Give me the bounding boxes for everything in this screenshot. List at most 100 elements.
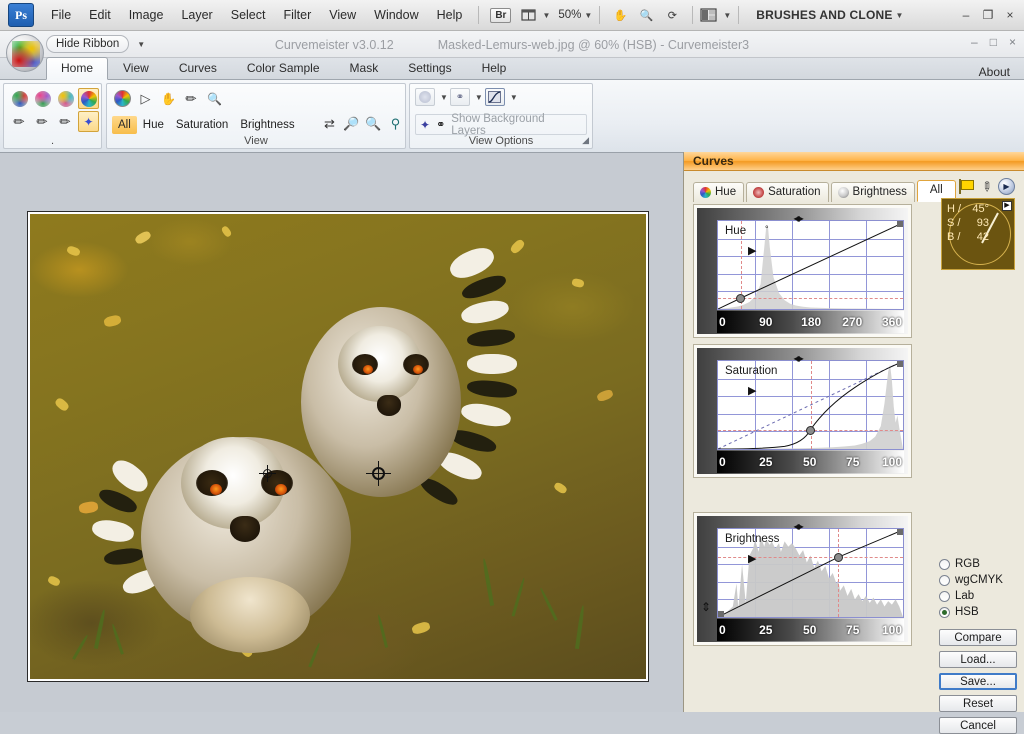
menu-file[interactable]: File [42, 1, 80, 29]
saturation-curve-graph[interactable]: Saturation 0 25 50 75 100 [693, 344, 912, 478]
wrench-icon[interactable]: ✎ [977, 177, 996, 196]
saturation-control-point[interactable] [805, 425, 815, 435]
save-button[interactable]: Save... [939, 673, 1017, 690]
color-mode-lab[interactable]: Lab [939, 588, 1017, 604]
eyedropper-2-button[interactable]: ✎ [32, 111, 53, 132]
brightness-plot[interactable]: Brightness [717, 528, 904, 618]
zoom-chevron-down-icon[interactable]: ▼ [584, 11, 592, 20]
ribbon-tab-help[interactable]: Help [467, 57, 522, 79]
radio-rgb-icon[interactable] [939, 558, 950, 570]
cm-close-button[interactable]: × [1009, 35, 1016, 49]
color-mode-rgb[interactable]: RGB [939, 556, 1017, 572]
radio-hsb-icon[interactable] [939, 606, 950, 618]
channel-chip-all[interactable]: All [112, 115, 137, 134]
magic-wand-button[interactable]: ✦ [78, 111, 99, 132]
bridge-button[interactable]: Br [490, 7, 512, 23]
blur-preview-dropdown[interactable]: ▼ [415, 88, 448, 106]
workspace-label[interactable]: BRUSHES AND CLONE [756, 8, 892, 22]
brightness-range-slider[interactable] [794, 518, 812, 527]
compare-button[interactable]: Compare [939, 629, 1017, 646]
cm-maximize-button[interactable]: □ [990, 35, 997, 49]
ribbon-chevron-down-icon[interactable]: ▼ [137, 40, 145, 49]
hue-control-point[interactable] [735, 294, 745, 304]
radio-lab-icon[interactable] [939, 590, 950, 602]
ps-close-button[interactable]: × [1004, 8, 1016, 22]
brightness-endpoint-low[interactable] [718, 611, 724, 617]
lemur-photograph[interactable] [30, 214, 646, 679]
readout-expand-icon[interactable]: ▶ [1002, 201, 1012, 211]
curves-tab-brightness[interactable]: Brightness [830, 182, 915, 202]
menu-select[interactable]: Select [222, 1, 275, 29]
channel-chip-saturation[interactable]: Saturation [170, 116, 234, 134]
curve-preview-dropdown[interactable]: ▼ [484, 88, 518, 106]
ribbon-tab-color-sample[interactable]: Color Sample [232, 57, 335, 79]
hide-ribbon-button[interactable]: Hide Ribbon [46, 35, 130, 53]
ps-minimize-button[interactable]: – [960, 8, 972, 22]
screen-layout-dropdown[interactable]: ▼ [700, 8, 731, 22]
arrow-select-button[interactable]: ▷ [135, 88, 156, 109]
zoom-fit-button[interactable]: ⚲ [385, 113, 406, 134]
color-mode-hsb[interactable]: HSB [939, 604, 1017, 620]
ribbon-tab-view[interactable]: View [108, 57, 164, 79]
radio-wgcmyk-icon[interactable] [939, 574, 950, 586]
hue-endpoint-high[interactable] [897, 221, 903, 227]
menu-edit[interactable]: Edit [80, 1, 120, 29]
screen-mode-dropdown[interactable]: ▼ [521, 8, 550, 22]
brightness-endpoint-high[interactable] [897, 529, 903, 535]
menu-filter[interactable]: Filter [274, 1, 320, 29]
saturation-endpoint-high[interactable] [897, 361, 903, 367]
curves-tab-saturation[interactable]: Saturation [746, 182, 829, 202]
mask-preview-dropdown[interactable]: ⚭ ▼ [449, 88, 483, 106]
menu-image[interactable]: Image [120, 1, 173, 29]
show-background-layers-row[interactable]: ✦ ⚭ Show Background Layers [415, 113, 587, 137]
load-button[interactable]: Load... [939, 651, 1017, 668]
brightness-control-point[interactable] [833, 553, 843, 563]
ribbon-tab-home[interactable]: Home [46, 57, 109, 80]
eyedropper-1-button[interactable]: ✎ [9, 111, 30, 132]
menu-help[interactable]: Help [428, 1, 472, 29]
reset-button[interactable]: Reset [939, 695, 1017, 712]
color-sphere-4-button[interactable] [78, 88, 99, 109]
hue-plot[interactable]: Hue ° [717, 220, 904, 310]
curvemeister-logo-icon[interactable] [6, 34, 44, 72]
zoom-level-value[interactable]: 50% [558, 9, 581, 21]
color-mode-wgcmyk[interactable]: wgCMYK [939, 572, 1017, 588]
eyedropper-3-button[interactable]: ✎ [55, 111, 76, 132]
flag-icon[interactable] [959, 179, 975, 194]
saturation-range-slider[interactable] [794, 350, 812, 359]
rotate-view-tool-icon[interactable]: ⟳ [661, 5, 683, 25]
zoom-button[interactable]: 🔍 [204, 88, 225, 109]
curves-tab-hue[interactable]: Hue [693, 182, 745, 202]
about-link[interactable]: About [979, 65, 1024, 79]
channel-chip-hue[interactable]: Hue [137, 116, 170, 134]
workspace-chevron-down-icon[interactable]: ▼ [896, 11, 904, 20]
swap-views-icon[interactable]: ⇄ [319, 113, 340, 134]
zoom-tool-icon[interactable]: 🔍 [635, 5, 657, 25]
eyedropper-button[interactable]: ✎ [181, 88, 202, 109]
color-sphere-1-button[interactable] [9, 88, 30, 109]
zoom-in-button[interactable]: 🔎 [341, 113, 362, 134]
hand-tool-icon[interactable]: ✋ [609, 5, 631, 25]
channel-chip-brightness[interactable]: Brightness [234, 116, 300, 134]
menu-layer[interactable]: Layer [172, 1, 221, 29]
brightness-vertical-slider-icon[interactable]: ⇕ [701, 600, 711, 614]
color-readout[interactable]: ▶ H / 45° S / 93 B / 42 [941, 198, 1015, 270]
ribbon-tab-settings[interactable]: Settings [393, 57, 466, 79]
hue-range-slider[interactable] [794, 210, 812, 219]
ps-restore-button[interactable]: ❐ [982, 8, 994, 22]
menu-view[interactable]: View [320, 1, 365, 29]
hue-curve-graph[interactable]: Hue ° 0 90 180 270 360 [693, 204, 912, 338]
play-icon[interactable]: ▶ [998, 178, 1015, 195]
document-canvas-area[interactable] [0, 153, 683, 712]
ribbon-tab-mask[interactable]: Mask [335, 57, 394, 79]
color-sphere-3-button[interactable] [55, 88, 76, 109]
cancel-button[interactable]: Cancel [939, 717, 1017, 734]
color-sphere-2-button[interactable] [32, 88, 53, 109]
saturation-plot[interactable]: Saturation [717, 360, 904, 450]
hand-button[interactable]: ✋ [158, 88, 179, 109]
zoom-out-button[interactable]: 🔍 [363, 113, 384, 134]
ribbon-tab-curves[interactable]: Curves [164, 57, 232, 79]
cm-minimize-button[interactable]: – [971, 35, 978, 49]
view-options-dialog-launcher[interactable]: ◢ [582, 135, 589, 146]
menu-window[interactable]: Window [365, 1, 427, 29]
